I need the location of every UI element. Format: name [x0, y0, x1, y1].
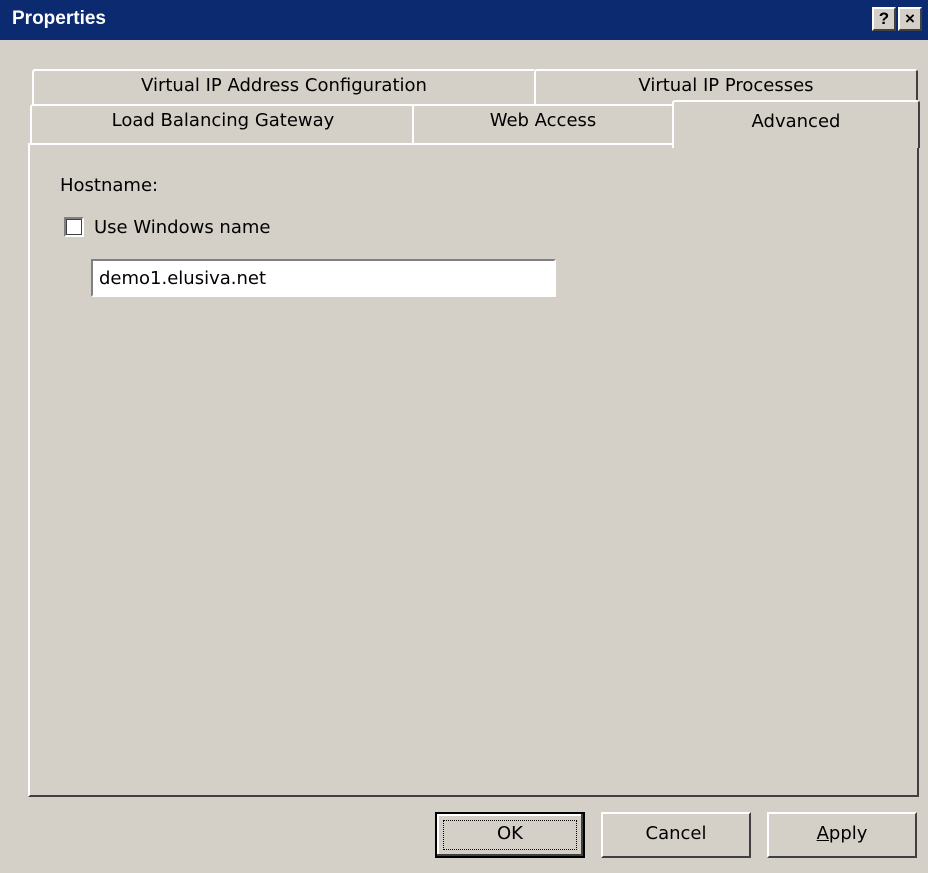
tab-load-balancing-gateway[interactable]: Load Balancing Gateway — [30, 104, 416, 144]
cancel-label: Cancel — [645, 823, 707, 844]
tab-advanced[interactable]: Advanced — [672, 100, 920, 148]
tab-web-access[interactable]: Web Access — [412, 104, 674, 144]
use-windows-name-label[interactable]: Use Windows name — [94, 217, 270, 238]
close-button[interactable]: × — [898, 7, 922, 31]
window-title: Properties — [12, 8, 106, 29]
ok-button[interactable]: OK — [435, 812, 585, 858]
tab-label: Virtual IP Processes — [638, 75, 814, 96]
tab-virtual-ip-address-configuration[interactable]: Virtual IP Address Configuration — [32, 69, 536, 105]
properties-dialog: Properties ? × Virtual IP Address Config… — [0, 0, 928, 873]
apply-button[interactable]: Apply — [767, 812, 917, 858]
apply-label-rest: pply — [828, 823, 868, 844]
apply-mnemonic: A — [816, 823, 829, 844]
hostname-label: Hostname: — [60, 175, 159, 196]
help-button[interactable]: ? — [872, 7, 896, 31]
advanced-tab-panel: Hostname: Use Windows name — [28, 143, 919, 797]
tab-label: Web Access — [489, 110, 597, 131]
use-windows-name-checkbox[interactable] — [64, 217, 84, 237]
apply-label: Apply — [817, 823, 868, 844]
title-bar[interactable]: Properties ? × — [0, 0, 928, 40]
ok-label: OK — [497, 823, 523, 844]
tab-label: Advanced — [751, 111, 841, 132]
cancel-button[interactable]: Cancel — [601, 812, 751, 858]
tab-label: Virtual IP Address Configuration — [141, 75, 427, 96]
hostname-input[interactable] — [91, 259, 556, 297]
tab-label: Load Balancing Gateway — [111, 110, 335, 131]
